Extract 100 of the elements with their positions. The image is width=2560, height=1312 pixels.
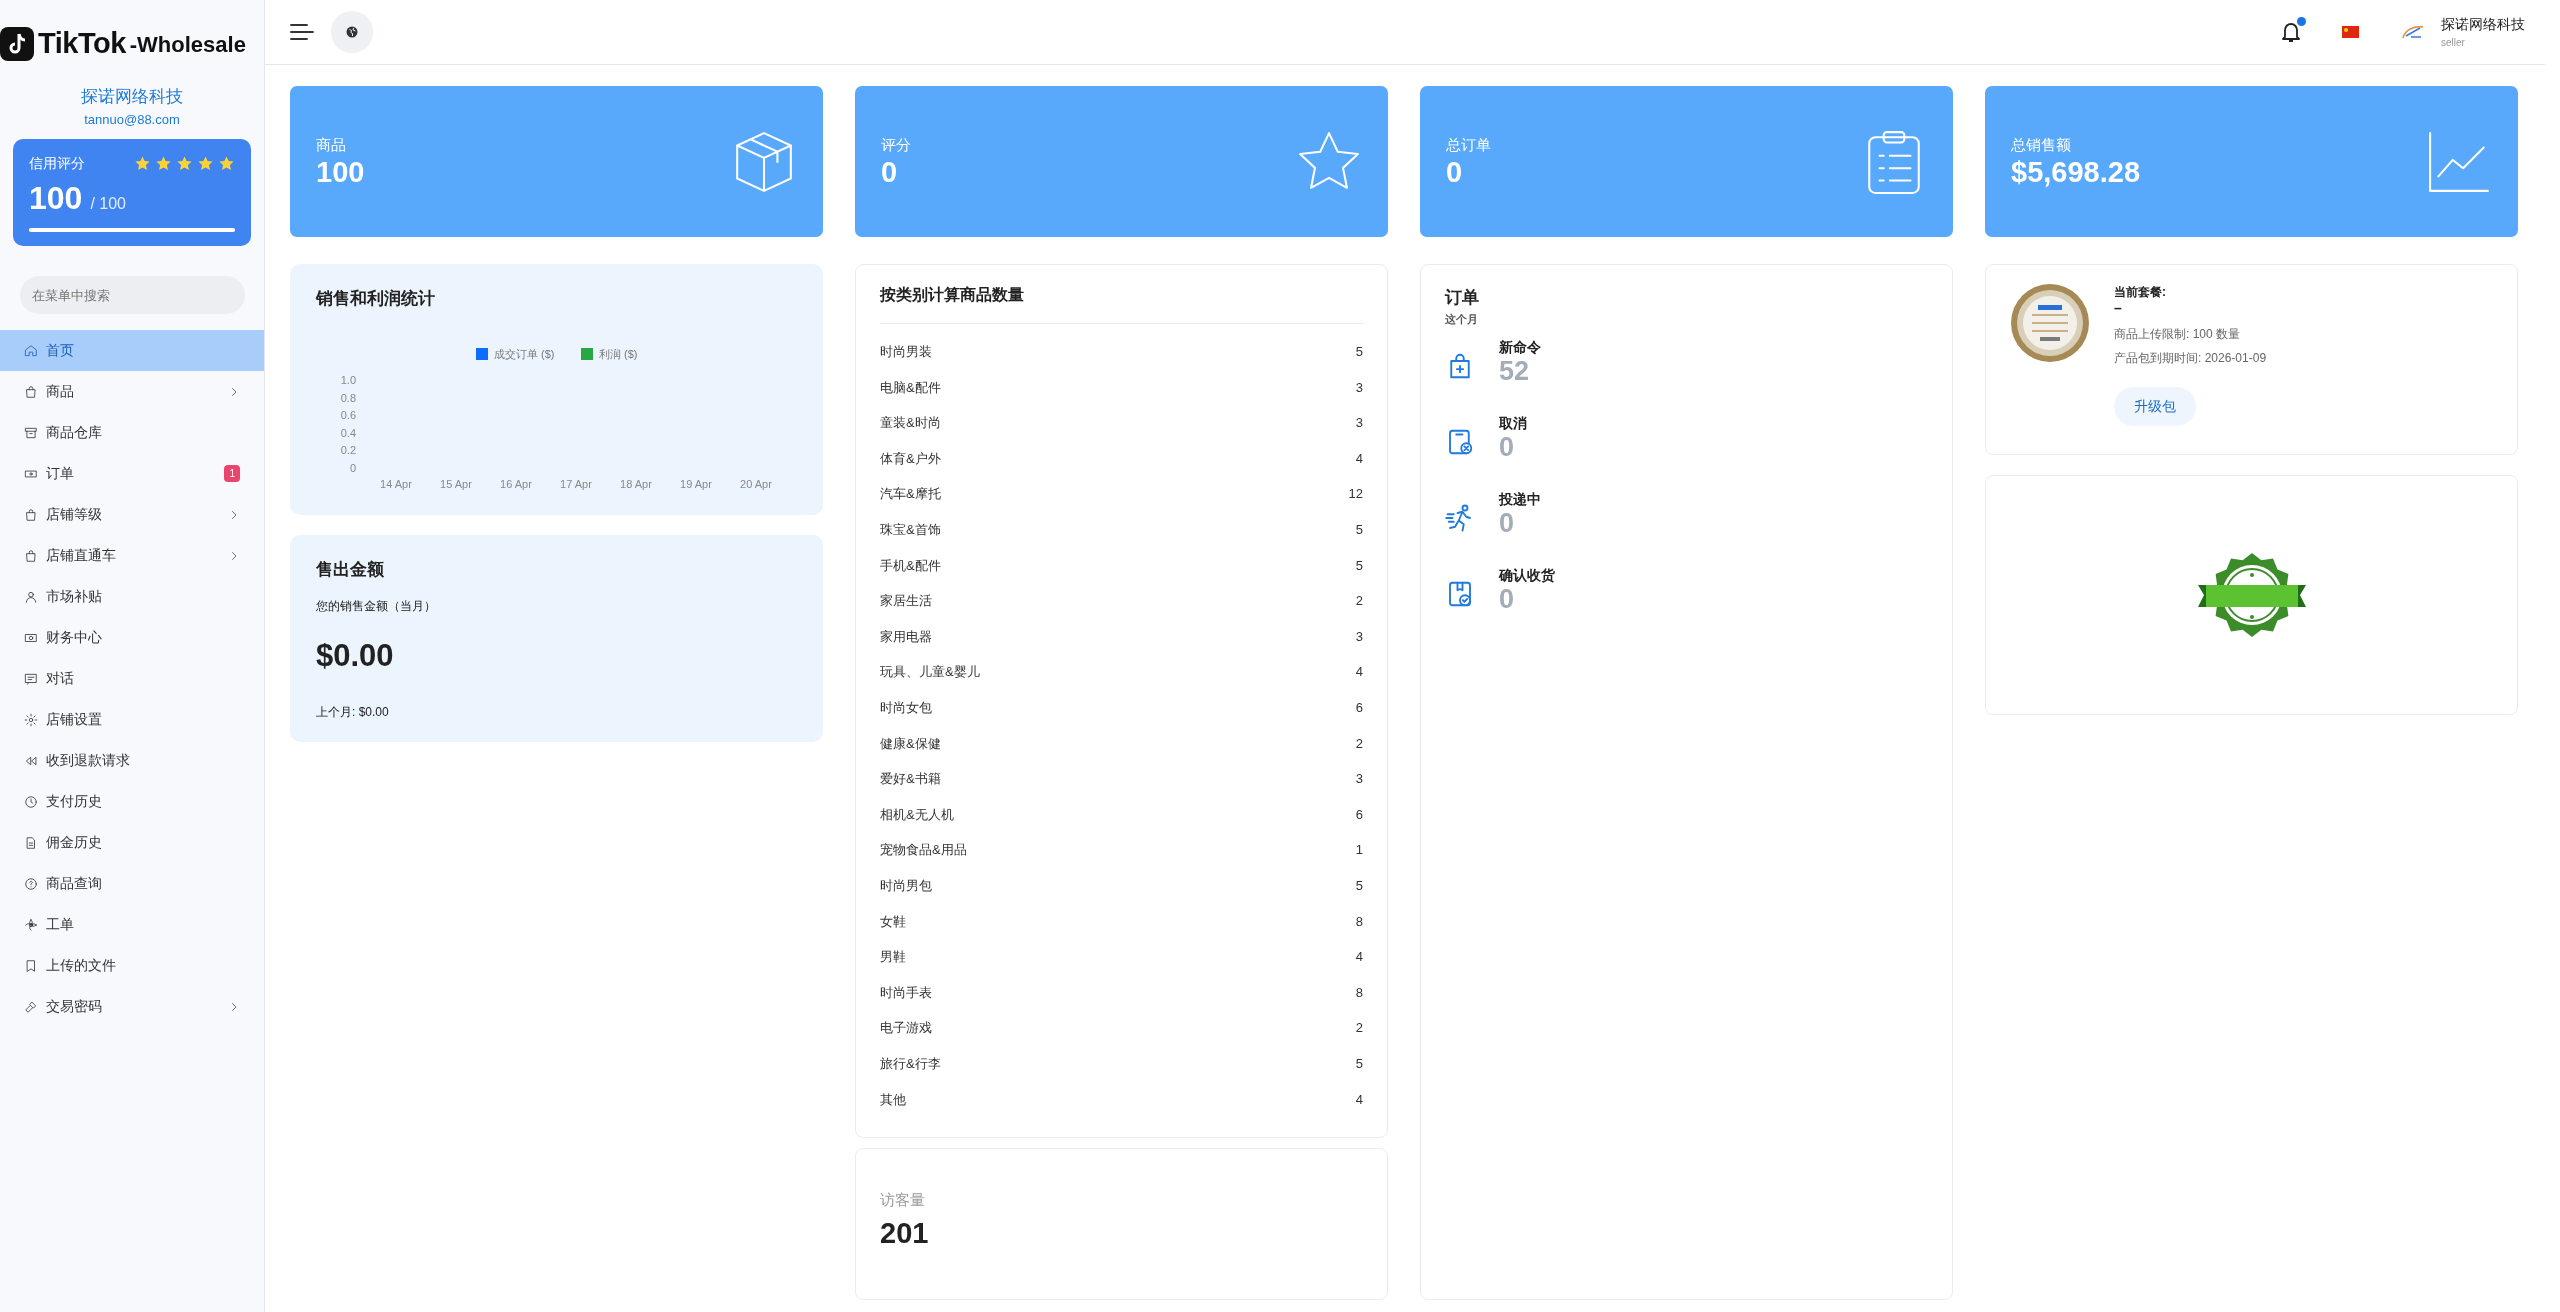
category-name: 珠宝&首饰 [880,521,941,539]
last-month-amount: 上个月: $0.00 [316,704,390,721]
help-icon [24,876,38,891]
category-count: 4 [1355,1090,1363,1109]
category-name: 旅行&行李 [880,1054,941,1073]
category-count: 4 [1355,948,1363,967]
order-label: 取消 [1499,414,1527,433]
order-label: 新命令 [1499,338,1541,357]
legend-item[interactable]: 成交订单 ($) [476,347,555,360]
sidebar-item[interactable]: 上传的文件 [0,945,264,986]
sidebar-item[interactable]: 订单 1 [0,453,264,494]
star-icon [134,155,151,172]
sidebar-item[interactable]: 市场补贴 [0,576,264,617]
category-name: 男鞋 [880,948,906,967]
category-count: 4 [1355,663,1363,682]
category-count: 3 [1355,770,1363,789]
category-count: 3 [1355,627,1363,646]
category-name: 手机&配件 [880,556,941,575]
axis-tick-label: 19 Apr [680,477,712,490]
globe-button[interactable] [331,11,373,53]
search-field[interactable]: 在菜单中搜索 [20,276,245,314]
sidebar-item[interactable]: 支付历史 [0,781,264,822]
axis-tick-label: 14 Apr [380,477,412,490]
star-icon [218,155,235,172]
axis-tick-label: 0.6 [340,408,356,421]
card-subtitle: 这个月 [1445,311,1479,327]
category-count: 2 [1355,734,1363,753]
menu-icon[interactable] [289,22,315,42]
sidebar-item[interactable]: 商品查询 [0,863,264,904]
star-icon [176,155,193,172]
card-title: 销售和利润统计 [316,288,436,310]
sidebar-item[interactable]: 商品仓库 [0,412,264,453]
category-name: 时尚女包 [880,699,932,717]
bag-icon [24,384,38,399]
legend-item[interactable]: 利润 ($) [581,347,638,360]
sidebar-item[interactable]: 工单 [0,904,264,945]
order-count: 0 [1499,510,1516,537]
axis-tick-label: 0.2 [340,443,356,456]
count-badge: 1 [224,465,240,482]
stat-value: $5,698.28 [2011,156,2140,189]
category-count: 5 [1355,556,1363,575]
category-count: 1 [1355,841,1363,860]
stat-value: 0 [881,156,899,189]
order-label: 投递中 [1499,490,1541,509]
category-name: 汽车&摩托 [880,485,941,504]
sidebar-item[interactable]: 交易密码 [0,986,264,1027]
bag-icon [24,548,38,563]
category-name: 童装&时尚 [880,414,941,433]
upload-limit: 商品上传限制: 100 数量 [2114,326,2242,343]
category-count: 2 [1355,1019,1363,1038]
stat-label: 评分 [881,135,911,156]
category-name: 健康&保健 [880,734,941,753]
sidebar-item[interactable]: 商品 [0,371,264,412]
category-count: 5 [1355,876,1363,895]
category-name: 宠物食品&用品 [880,841,967,860]
category-name: 其他 [880,1090,906,1109]
sidebar-item[interactable]: 首页 [0,330,264,371]
axis-tick-label: 0 [349,461,356,474]
axis-tick-label: 20 Apr [740,477,772,490]
globe-icon [346,26,358,38]
flag-icon[interactable] [2342,26,2359,38]
clock-icon [24,794,38,809]
credit-label: 信用评分 [29,154,85,173]
card-subtitle: 您的销售金额（当月） [316,597,437,615]
archive-icon [24,425,38,440]
order-count: 0 [1499,586,1516,613]
category-name: 时尚手表 [880,983,932,1002]
sidebar-item[interactable]: 财务中心 [0,617,264,658]
category-name: 体育&户外 [880,449,941,468]
axis-tick-label: 16 Apr [500,477,532,490]
sidebar-item[interactable]: 佣金历史 [0,822,264,863]
axis-tick-label: 15 Apr [440,477,472,490]
category-count: 6 [1355,699,1363,717]
bell-icon [2280,20,2302,45]
shop-name: 探诺网络科技 [80,86,184,108]
stat-label: 总订单 [1446,135,1491,156]
order-label: 确认收货 [1499,566,1555,585]
star-icon [197,155,214,172]
category-count: 5 [1355,521,1363,539]
user-name: 探诺网络科技 [2441,15,2525,34]
user-role: seller [2441,36,2466,50]
order-count: 0 [1499,434,1516,461]
stat-label: 商品 [316,135,347,156]
category-count: 8 [1355,912,1363,931]
sidebar-item[interactable]: 店铺直通车 [0,535,264,576]
sales-amount: $0.00 [316,636,395,675]
legend-label: 利润 ($) [599,347,638,360]
visitor-count: 201 [880,1215,930,1251]
sidebar-item[interactable]: 对话 [0,658,264,699]
upgrade-button[interactable]: 升级包 [2114,387,2196,426]
category-count: 12 [1348,485,1363,504]
category-name: 家居生活 [880,592,932,611]
category-count: 4 [1355,449,1363,468]
shop-email: tannuo@88.com [83,110,181,129]
hammer-icon [24,999,38,1014]
legend-label: 成交订单 ($) [494,347,555,360]
sidebar-item[interactable]: 店铺等级 [0,494,264,535]
user-icon [24,589,38,604]
sidebar-item[interactable]: 收到退款请求 [0,740,264,781]
sidebar-item[interactable]: 店铺设置 [0,699,264,740]
